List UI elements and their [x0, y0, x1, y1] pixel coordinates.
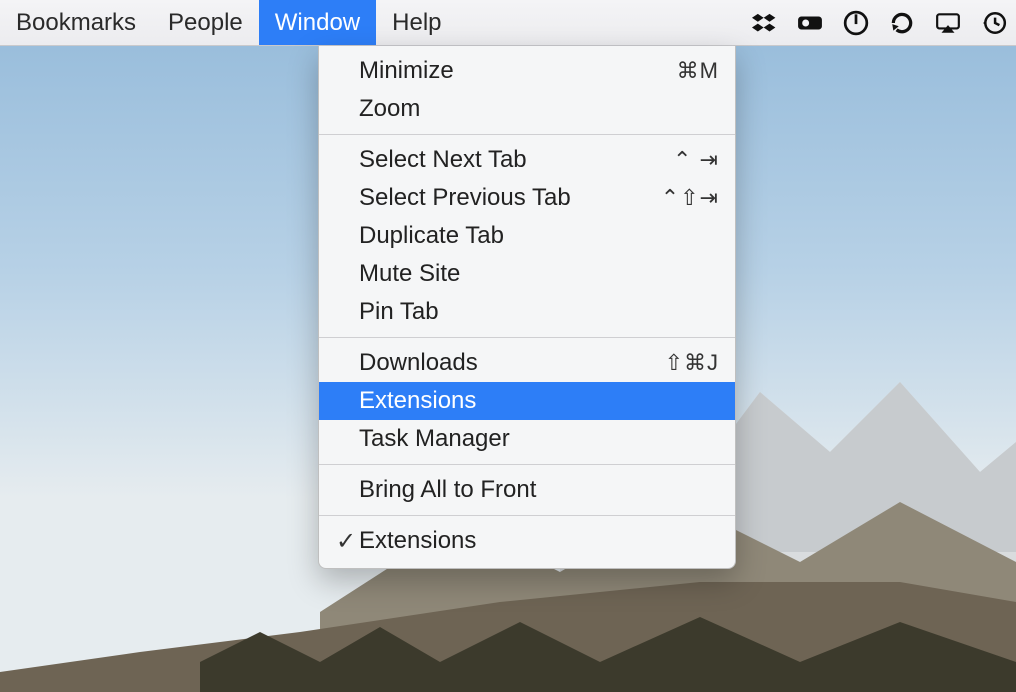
menu-label: Bookmarks [16, 9, 136, 37]
menu-item-downloads[interactable]: Downloads ⇧⌘J [319, 344, 735, 382]
menu-separator [319, 134, 735, 135]
menu-label: Help [392, 9, 441, 37]
menu-item-mute-site[interactable]: Mute Site [319, 255, 735, 293]
airplay-icon[interactable] [934, 9, 962, 37]
time-machine-icon[interactable] [980, 9, 1008, 37]
menu-item-label: Select Previous Tab [359, 184, 661, 212]
menu-item-label: Pin Tab [359, 298, 719, 326]
menu-item-label: Task Manager [359, 425, 719, 453]
menu-bookmarks[interactable]: Bookmarks [0, 0, 152, 45]
menu-item-select-previous-tab[interactable]: Select Previous Tab ⌃⇧⇥ [319, 179, 735, 217]
menu-item-shortcut: ⌃ ⇥ [673, 147, 719, 173]
menu-separator [319, 337, 735, 338]
refresh-icon[interactable] [888, 9, 916, 37]
menu-label: Window [275, 9, 360, 37]
menu-item-bring-all-to-front[interactable]: Bring All to Front [319, 471, 735, 509]
menu-item-label: Bring All to Front [359, 476, 719, 504]
menu-separator [319, 515, 735, 516]
menu-item-pin-tab[interactable]: Pin Tab [319, 293, 735, 331]
menu-item-label: Extensions [359, 527, 719, 555]
power-icon[interactable] [842, 9, 870, 37]
menu-separator [319, 464, 735, 465]
menu-item-task-manager[interactable]: Task Manager [319, 420, 735, 458]
menu-window[interactable]: Window [259, 0, 376, 45]
app-menu-list: Bookmarks People Window Help [0, 0, 458, 45]
menu-item-select-next-tab[interactable]: Select Next Tab ⌃ ⇥ [319, 141, 735, 179]
menu-item-label: Mute Site [359, 260, 719, 288]
menu-item-shortcut: ⌃⇧⇥ [661, 185, 719, 211]
carbon-copy-cloner-icon[interactable] [796, 9, 824, 37]
menu-help[interactable]: Help [376, 0, 457, 45]
status-icons [750, 0, 1016, 45]
menubar-spacer [458, 0, 751, 45]
system-menubar: Bookmarks People Window Help [0, 0, 1016, 46]
menu-item-minimize[interactable]: Minimize ⌘M [319, 52, 735, 90]
menu-item-label: Downloads [359, 349, 665, 377]
menu-item-label: Zoom [359, 95, 719, 123]
menu-people[interactable]: People [152, 0, 259, 45]
menu-item-label: Duplicate Tab [359, 222, 719, 250]
menu-item-window-extensions[interactable]: ✓ Extensions [319, 522, 735, 560]
dropbox-icon[interactable] [750, 9, 778, 37]
check-icon: ✓ [333, 527, 359, 556]
menu-item-label: Minimize [359, 57, 677, 85]
window-menu-dropdown: Minimize ⌘M Zoom Select Next Tab ⌃ ⇥ Sel… [318, 46, 736, 569]
menu-item-zoom[interactable]: Zoom [319, 90, 735, 128]
menu-item-duplicate-tab[interactable]: Duplicate Tab [319, 217, 735, 255]
menu-item-shortcut: ⇧⌘J [665, 350, 719, 376]
menu-item-label: Extensions [359, 387, 719, 415]
menu-label: People [168, 9, 243, 37]
menu-item-label: Select Next Tab [359, 146, 673, 174]
menu-item-extensions[interactable]: Extensions [319, 382, 735, 420]
menu-item-shortcut: ⌘M [677, 58, 719, 84]
